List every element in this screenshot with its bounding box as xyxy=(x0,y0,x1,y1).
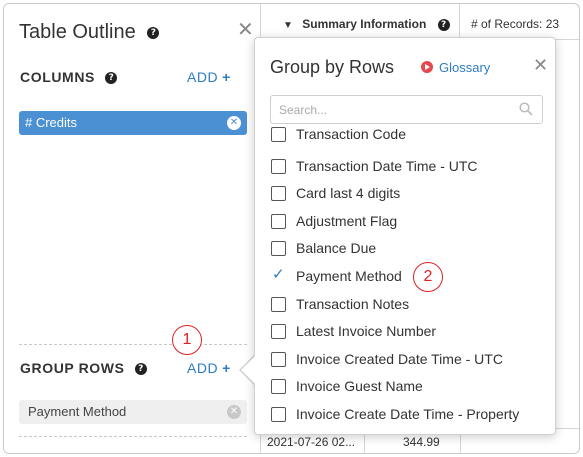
add-column-button[interactable]: ADD + xyxy=(187,69,231,85)
list-item[interactable]: Transaction Notes xyxy=(270,292,550,320)
checkmark-icon[interactable]: ✓ xyxy=(272,265,285,283)
list-item-label: Payment Method xyxy=(296,267,402,284)
checkbox[interactable] xyxy=(271,324,286,340)
help-icon[interactable]: ? xyxy=(147,26,160,39)
play-icon xyxy=(421,61,433,73)
help-icon[interactable]: ? xyxy=(135,363,148,376)
app-frame: Table Outline ? ✕ COLUMNS ? ADD + # Credi… xyxy=(3,3,580,454)
list-item[interactable]: Invoice Guest Name xyxy=(270,374,550,402)
list-item-label: Card last 4 digits xyxy=(296,185,401,202)
annotation-marker-2: 2 xyxy=(413,262,443,292)
table-cell-value: 344.99 xyxy=(403,435,440,449)
glossary-label: Glossary xyxy=(439,60,491,75)
help-icon[interactable]: ? xyxy=(105,72,118,85)
list-item-label: Balance Due xyxy=(296,240,377,257)
column-chip-credits[interactable]: # Credits ✕ xyxy=(19,111,247,135)
list-item-selected[interactable]: ✓ Payment Method xyxy=(270,264,550,292)
divider xyxy=(459,4,460,40)
checkbox[interactable] xyxy=(271,351,286,367)
list-item-label: Invoice Create Date Time - Property xyxy=(296,405,520,422)
checkbox[interactable] xyxy=(271,158,286,174)
close-icon[interactable]: ✕ xyxy=(533,55,548,76)
annotation-number: 1 xyxy=(182,331,192,348)
glossary-link[interactable]: Glossary xyxy=(421,60,490,75)
columns-label-text: COLUMNS xyxy=(20,69,95,85)
outline-title-text: Table Outline xyxy=(19,21,136,43)
checkbox[interactable] xyxy=(271,127,286,142)
checkbox[interactable] xyxy=(271,379,286,395)
plus-icon: + xyxy=(222,69,231,85)
annotation-number: 2 xyxy=(423,268,433,285)
list-item-label: Transaction Notes xyxy=(296,295,410,312)
group-option-list: Transaction Code Transaction Date Time -… xyxy=(270,126,550,430)
checkbox[interactable] xyxy=(271,213,286,229)
list-item[interactable]: Balance Due xyxy=(270,236,550,264)
list-item-label: Transaction Date Time - UTC xyxy=(296,157,478,174)
columns-section-label: COLUMNS ? xyxy=(20,69,118,85)
list-item-label: Latest Invoice Number xyxy=(296,323,437,340)
search-icon xyxy=(519,102,533,116)
group-rows-label-text: GROUP ROWS xyxy=(20,360,125,376)
summary-title: Summary Information xyxy=(302,17,427,31)
chevron-down-icon: ▼ xyxy=(283,20,293,31)
group-chip-payment-method[interactable]: Payment Method ✕ xyxy=(19,400,247,424)
divider xyxy=(19,436,247,437)
list-item[interactable]: Invoice Created Date Time - UTC xyxy=(270,347,550,375)
checkbox[interactable] xyxy=(271,406,286,422)
table-outline-panel: Table Outline ? ✕ COLUMNS ? ADD + # Credi… xyxy=(4,4,260,453)
outline-title: Table Outline ? xyxy=(19,21,160,44)
group-by-rows-popover: Group by Rows Glossary ✕ Transaction Cod… xyxy=(254,37,556,435)
close-icon[interactable]: ✕ xyxy=(237,20,254,40)
checkbox[interactable] xyxy=(271,241,286,257)
summary-bar: ▼ Summary Information ? # of Records: 23 xyxy=(261,4,579,40)
list-item-label: Adjustment Flag xyxy=(296,212,398,229)
popover-title: Group by Rows xyxy=(270,57,395,77)
help-icon[interactable]: ? xyxy=(437,18,450,31)
remove-chip-icon[interactable]: ✕ xyxy=(227,405,241,419)
add-group-label: ADD xyxy=(187,360,219,376)
list-item[interactable]: Invoice Create Date Time - Property xyxy=(270,402,550,430)
group-rows-section-label: GROUP ROWS ? xyxy=(20,360,148,376)
annotation-marker-1: 1 xyxy=(172,325,202,355)
popover-arrow-inner xyxy=(241,356,255,384)
records-count: # of Records: 23 xyxy=(471,17,560,31)
group-chip-label: Payment Method xyxy=(28,404,127,419)
list-item-label: Invoice Guest Name xyxy=(296,378,423,395)
summary-toggle[interactable]: ▼ Summary Information ? xyxy=(283,17,450,31)
column-chip-label: # Credits xyxy=(25,115,78,130)
list-item[interactable]: Transaction Code xyxy=(270,126,550,154)
table-cell-date: 2021-07-26 02... xyxy=(267,435,356,449)
add-group-row-button[interactable]: ADD + xyxy=(187,360,231,376)
search-input[interactable] xyxy=(270,95,543,124)
checkbox[interactable] xyxy=(271,186,286,202)
list-item[interactable]: Latest Invoice Number xyxy=(270,319,550,347)
add-column-label: ADD xyxy=(187,69,219,85)
list-item[interactable]: Transaction Date Time - UTC xyxy=(270,154,550,182)
list-item[interactable]: Adjustment Flag xyxy=(270,209,550,237)
list-item[interactable]: Card last 4 digits xyxy=(270,181,550,209)
remove-chip-icon[interactable]: ✕ xyxy=(227,116,241,130)
plus-icon: + xyxy=(222,360,231,376)
list-item-label: Invoice Created Date Time - UTC xyxy=(296,350,503,367)
list-item-label: Transaction Code xyxy=(296,126,406,142)
checkbox[interactable] xyxy=(271,296,286,312)
divider xyxy=(19,344,247,345)
